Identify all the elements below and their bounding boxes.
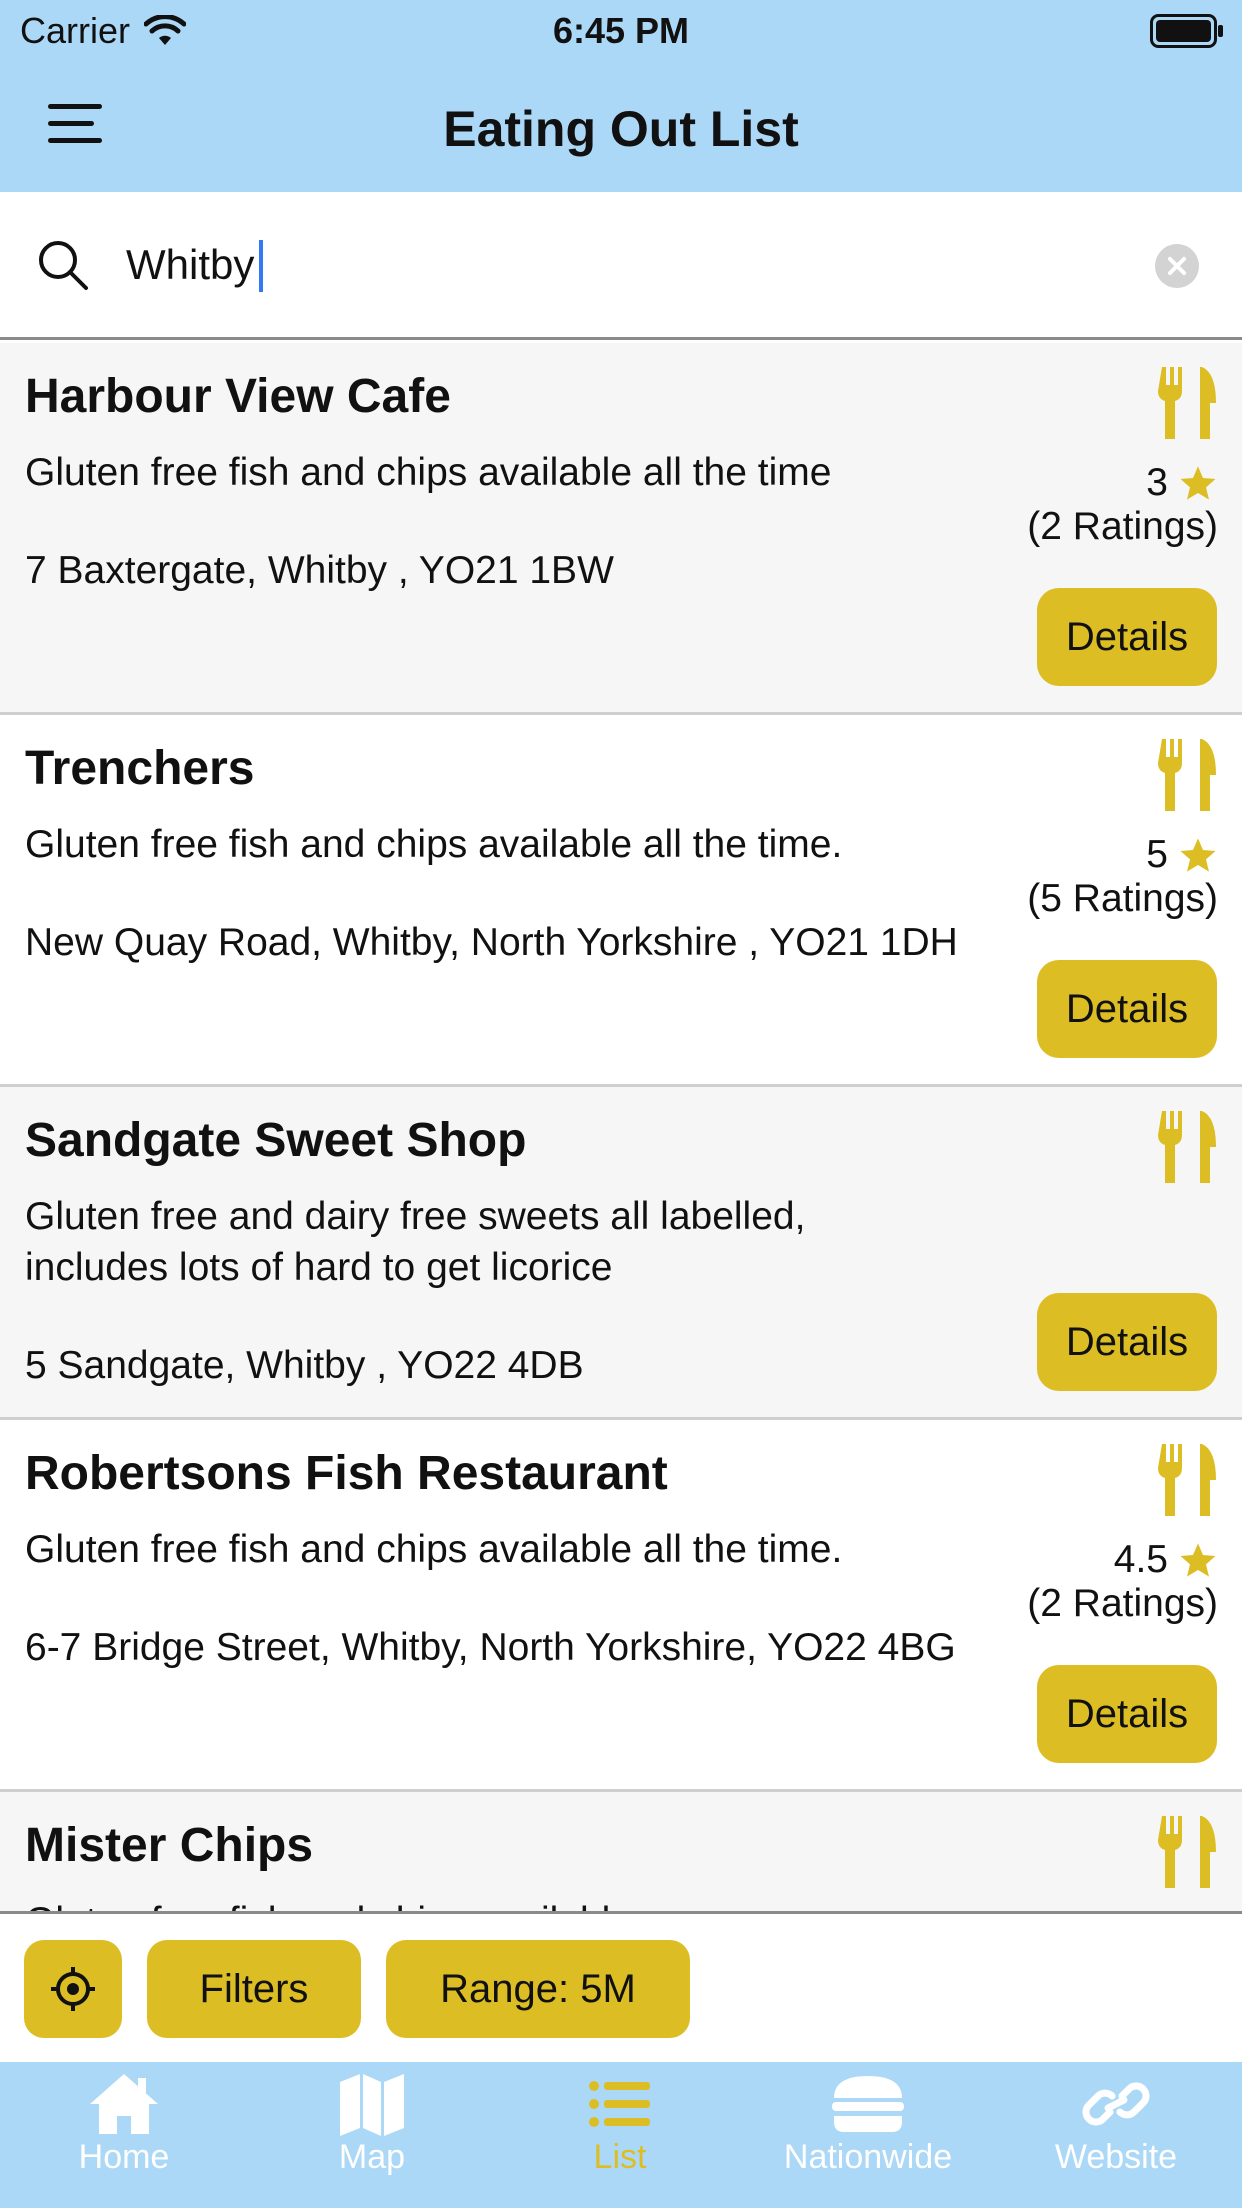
filters-button[interactable]: Filters: [147, 1940, 361, 2038]
search-icon: [39, 241, 88, 290]
tab-label: Map: [338, 2138, 406, 2176]
restaurant-address: New Quay Road, Whitby, North Yorkshire ,…: [25, 921, 958, 964]
tab-label: List: [593, 2138, 647, 2176]
tab-website[interactable]: Website: [992, 2062, 1240, 2208]
restaurant-name: Mister Chips: [25, 1819, 314, 1872]
restaurant-description: Gluten free fish and chips available all…: [25, 1528, 843, 1571]
restaurant-name: Robertsons Fish Restaurant: [25, 1447, 668, 1500]
rating-value: 5: [1146, 833, 1168, 876]
rating-block: 3 (2 Ratings): [1027, 461, 1218, 549]
clear-icon[interactable]: [1155, 244, 1199, 288]
restaurant-description: Gluten free and dairy free sweets all la…: [25, 1195, 806, 1289]
restaurant-description: Gluten free fish and chips available: [25, 1896, 975, 1911]
battery-icon: [1150, 14, 1223, 48]
restaurant-address: 7 Baxtergate, Whitby , YO21 1BW: [25, 549, 614, 592]
details-button[interactable]: Details: [1037, 1293, 1217, 1391]
restaurant-name: Sandgate Sweet Shop: [25, 1114, 527, 1167]
star-icon: [1180, 1543, 1216, 1577]
tab-label: Nationwide: [783, 2138, 953, 2176]
range-button[interactable]: Range: 5M: [386, 1940, 690, 2038]
fork-knife-icon: [1158, 1111, 1216, 1183]
map-icon: [340, 2074, 404, 2136]
search-bar: [0, 192, 1242, 340]
search-input[interactable]: [126, 232, 1126, 298]
details-button[interactable]: Details: [1037, 588, 1217, 686]
ratings-count: (2 Ratings): [1027, 1582, 1218, 1625]
text-caret: [259, 240, 263, 292]
restaurant-address: 5 Sandgate, Whitby , YO22 4DB: [25, 1344, 584, 1387]
ratings-count: (5 Ratings): [1027, 877, 1218, 920]
tab-home[interactable]: Home: [0, 2062, 248, 2208]
top-bar: Carrier 6:45 PM Eating Out List: [0, 0, 1242, 192]
fork-knife-icon: [1158, 1444, 1216, 1516]
page-title: Eating Out List: [443, 101, 799, 157]
list-item[interactable]: Trenchers Gluten free fish and chips ava…: [0, 715, 1242, 1087]
locate-button[interactable]: [24, 1940, 122, 2038]
restaurant-name: Harbour View Cafe: [25, 370, 451, 423]
status-time: 6:45 PM: [552, 10, 690, 51]
star-icon: [1180, 838, 1216, 872]
burger-icon: [832, 2076, 904, 2132]
restaurant-address: 6-7 Bridge Street, Whitby, North Yorkshi…: [25, 1626, 956, 1669]
rating-value: 3: [1146, 461, 1168, 504]
tab-label: Home: [78, 2138, 170, 2176]
home-icon: [90, 2074, 158, 2134]
list-controls: Filters Range: 5M: [0, 1911, 1242, 2062]
list-icon: [589, 2081, 650, 2127]
rating-block: 4.5 (2 Ratings): [1027, 1538, 1218, 1626]
restaurant-description: Gluten free fish and chips available all…: [25, 823, 843, 866]
star-icon: [1180, 466, 1216, 500]
restaurant-name: Trenchers: [25, 742, 255, 795]
list-item[interactable]: Harbour View Cafe Gluten free fish and c…: [0, 343, 1242, 715]
rating-block: 5 (5 Ratings): [1027, 833, 1218, 921]
crosshair-icon: [51, 1967, 95, 2011]
fork-knife-icon: [1158, 739, 1216, 811]
link-icon: [1082, 2082, 1150, 2126]
list-item[interactable]: Robertsons Fish Restaurant Gluten free f…: [0, 1420, 1242, 1792]
list-item[interactable]: Mister Chips Gluten free fish and chips …: [0, 1792, 1242, 1911]
tab-map[interactable]: Map: [248, 2062, 496, 2208]
fork-knife-icon: [1158, 1816, 1216, 1888]
tab-label: Website: [1054, 2138, 1178, 2176]
details-button[interactable]: Details: [1037, 1665, 1217, 1763]
list-item[interactable]: Sandgate Sweet Shop Gluten free and dair…: [0, 1087, 1242, 1420]
tab-nationwide[interactable]: Nationwide: [744, 2062, 992, 2208]
tab-list[interactable]: List: [496, 2062, 744, 2208]
fork-knife-icon: [1158, 367, 1216, 439]
restaurant-list[interactable]: Harbour View Cafe Gluten free fish and c…: [0, 343, 1242, 1911]
ratings-count: (2 Ratings): [1027, 505, 1218, 548]
tab-bar: Home Map List Nationwide Website: [0, 2062, 1242, 2208]
restaurant-description: Gluten free fish and chips available all…: [25, 451, 832, 494]
rating-value: 4.5: [1113, 1538, 1168, 1581]
details-button[interactable]: Details: [1037, 960, 1217, 1058]
